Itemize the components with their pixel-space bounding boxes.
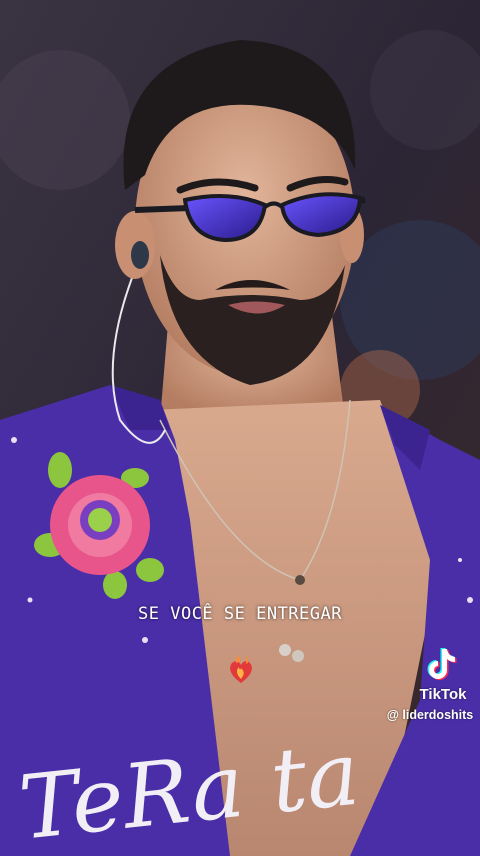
tiktok-watermark: TikTok @ liderdoshits (380, 646, 476, 726)
heart-on-fire-icon (230, 655, 252, 683)
video-caption: SE VOCÊ SE ENTREGAR (138, 604, 342, 624)
tiktok-logo-icon (427, 648, 457, 680)
tiktok-brand-label: TikTok (419, 686, 467, 703)
video-frame[interactable]: TeRa ta (0, 0, 480, 856)
earphone (131, 241, 149, 269)
creator-handle: @ liderdoshits (386, 708, 474, 722)
